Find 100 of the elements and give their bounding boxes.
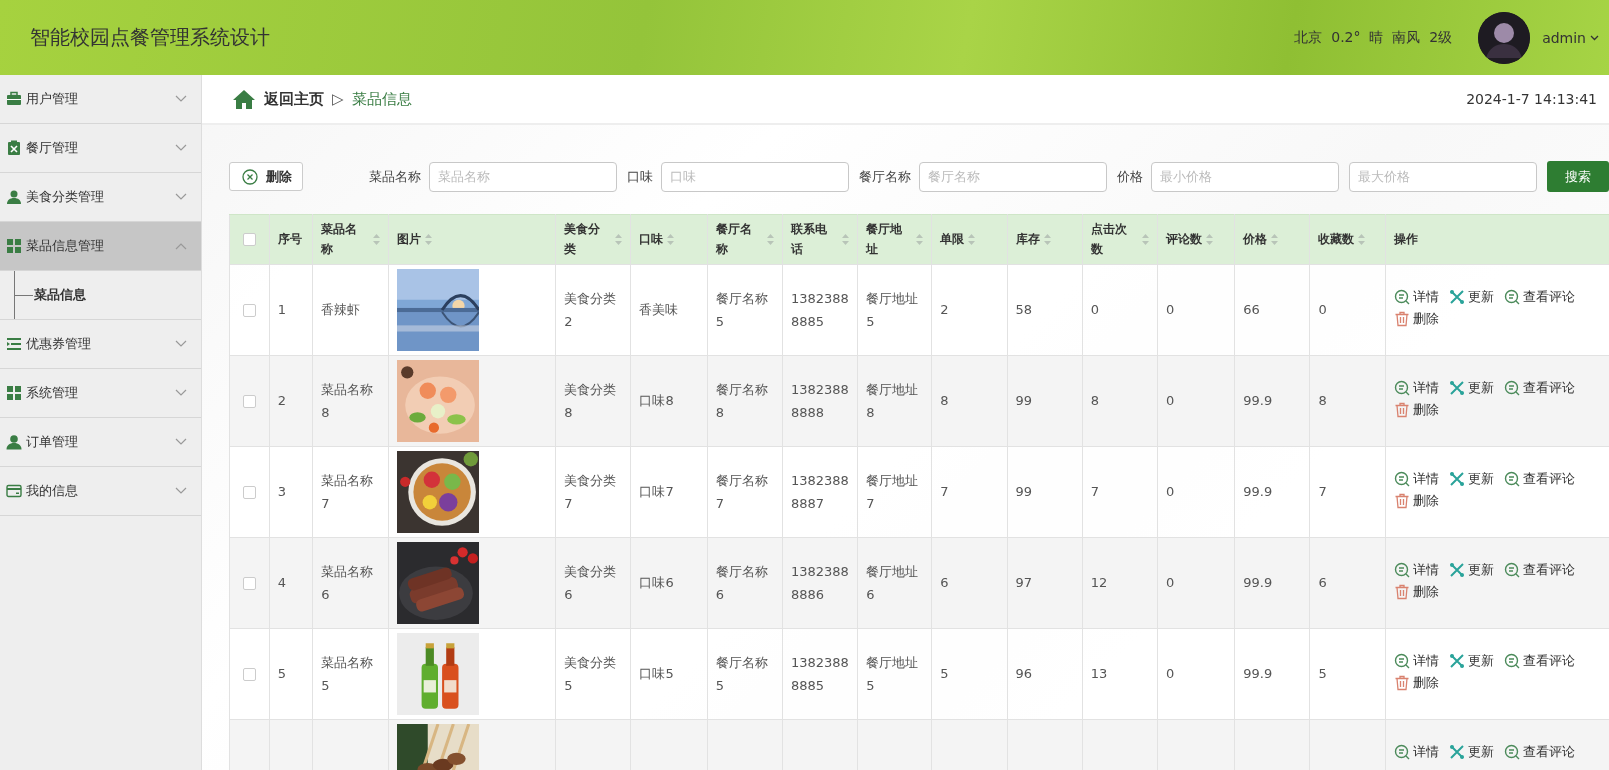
column-header[interactable]: 点击次数 [1090,220,1138,259]
row-checkbox[interactable] [242,303,256,317]
sort-icon[interactable] [968,234,976,245]
filter-input[interactable]: 菜品名称 [429,161,617,192]
column-header-cell[interactable]: 图片 [388,214,556,265]
detail-action[interactable]: 详情 [1393,469,1439,489]
sort-icon[interactable] [842,234,850,245]
column-header[interactable]: 库存 [1015,229,1040,250]
column-header-cell[interactable]: 菜品名称 [312,214,389,265]
comments-action[interactable]: 查看评论 [1503,742,1575,762]
sort-icon[interactable] [1358,234,1366,245]
column-header-cell[interactable]: 口味 [631,214,708,265]
detail-action[interactable]: 详情 [1393,287,1439,307]
update-action[interactable]: 更新 [1448,742,1494,762]
column-header[interactable]: 评论数 [1166,229,1202,250]
column-header-cell[interactable]: 价格 [1234,214,1310,265]
column-header-cell[interactable]: 餐厅名称 [707,214,783,265]
column-header[interactable]: 餐厅名称 [715,220,763,259]
column-header-cell[interactable]: 联系电话 [782,214,858,265]
column-header-cell[interactable]: 点击次数 [1082,214,1158,265]
avatar[interactable] [1478,11,1531,64]
trash-icon [1393,402,1410,418]
sort-icon[interactable] [1142,234,1149,245]
delete-action[interactable]: 删除 [1393,491,1439,511]
sort-icon[interactable] [667,234,675,245]
column-header[interactable]: 菜品名称 [321,220,369,259]
filter-input[interactable]: 最大价格 [1349,161,1537,192]
update-action[interactable]: 更新 [1448,469,1494,489]
detail-action[interactable]: 详情 [1393,651,1439,671]
column-header-cell[interactable]: 单限 [931,214,1008,265]
sidebar-item[interactable]: 优惠券管理 [0,320,201,369]
detail-action[interactable]: 详情 [1393,378,1439,398]
tools-icon [1448,562,1465,578]
column-header[interactable]: 美食分类 [564,220,612,259]
column-header[interactable]: 口味 [639,229,664,250]
delete-action[interactable]: 删除 [1393,400,1439,420]
filter-input[interactable]: 口味 [661,161,849,192]
sidebar-item[interactable]: 订单管理 [0,418,201,467]
row-checkbox[interactable] [242,667,256,681]
sort-icon[interactable] [424,234,432,245]
column-header-cell[interactable]: 评论数 [1157,214,1235,265]
chevron-down-icon [175,340,187,348]
home-link[interactable]: 返回主页 [264,89,324,109]
sort-icon[interactable] [1271,234,1279,245]
update-action[interactable]: 更新 [1448,560,1494,580]
column-header[interactable]: 图片 [396,229,421,250]
delete-button[interactable]: 删除 [229,162,303,191]
sidebar-item[interactable]: 用户管理 [0,75,201,124]
sort-icon[interactable] [916,234,924,245]
column-header[interactable]: 餐厅地址 [866,220,913,259]
sort-icon[interactable] [1043,234,1051,245]
column-header[interactable]: 单限 [940,229,965,250]
user-menu[interactable]: admin [1542,29,1599,46]
detail-action[interactable]: 详情 [1393,742,1439,762]
sidebar-item[interactable]: 我的信息 [0,467,201,516]
briefcase-icon [6,91,22,107]
column-header-cell[interactable]: 餐厅地址 [857,214,932,265]
sidebar-item[interactable]: 系统管理 [0,369,201,418]
update-action[interactable]: 更新 [1448,378,1494,398]
column-header[interactable]: 价格 [1243,229,1268,250]
update-action[interactable]: 更新 [1448,651,1494,671]
column-header[interactable]: 操作 [1393,229,1418,250]
home-icon[interactable] [232,89,256,109]
table-cell: 餐厅名称5 [715,654,768,693]
comments-action[interactable]: 查看评论 [1503,651,1575,671]
row-checkbox[interactable] [242,394,256,408]
comments-action[interactable]: 查看评论 [1503,378,1575,398]
column-header[interactable]: 序号 [277,229,302,250]
comments-action[interactable]: 查看评论 [1503,469,1575,489]
update-action[interactable]: 更新 [1448,287,1494,307]
row-checkbox[interactable] [242,485,256,499]
column-header-cell[interactable]: 序号 [269,214,313,265]
filter-input[interactable]: 最小价格 [1151,161,1339,192]
column-header-cell[interactable]: 收藏数 [1309,214,1386,265]
sort-icon[interactable] [615,234,623,245]
filter-input[interactable]: 餐厅名称 [919,161,1107,192]
column-header[interactable]: 联系电话 [790,220,839,259]
column-header[interactable]: 收藏数 [1318,229,1355,250]
sidebar-subitem[interactable]: 菜品信息 [0,271,201,320]
column-header-cell[interactable]: 库存 [1007,214,1083,265]
column-header-cell[interactable]: 操作 [1385,214,1609,265]
table-cell: 美食分类2 [564,290,617,329]
sort-icon[interactable] [766,234,774,245]
delete-action[interactable]: 删除 [1393,673,1439,693]
sidebar-item[interactable]: 菜品信息管理 [0,222,201,271]
comments-action[interactable]: 查看评论 [1503,287,1575,307]
sort-icon[interactable] [372,234,380,245]
table-cell: 餐厅名称6 [715,563,768,602]
sort-icon[interactable] [1206,234,1213,245]
delete-action[interactable]: 删除 [1393,309,1439,329]
comments-action[interactable]: 查看评论 [1503,560,1575,580]
select-all-checkbox[interactable] [242,233,256,246]
filter-label: 价格 [1117,167,1143,186]
search-button[interactable]: 搜索 [1547,161,1609,192]
column-header-cell[interactable]: 美食分类 [555,214,631,265]
detail-action[interactable]: 详情 [1393,560,1439,580]
row-checkbox[interactable] [242,576,256,590]
weather-text: 北京 0.2° 晴 南风 2级 [1294,28,1453,47]
delete-action[interactable]: 删除 [1393,582,1439,602]
sidebar-item[interactable]: 餐厅管理 [0,124,201,173]
